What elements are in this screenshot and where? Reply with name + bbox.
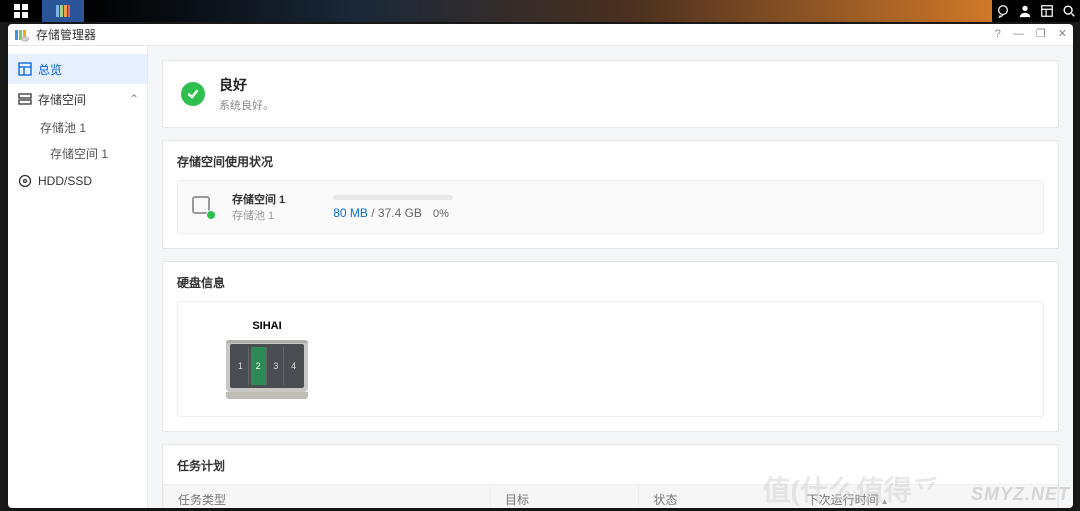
drive-bay-4[interactable]: 4 <box>286 347 301 385</box>
system-taskbar <box>0 0 1080 22</box>
usage-percent: 0% <box>433 208 449 220</box>
usage-bar <box>333 195 453 200</box>
sidebar-item-label: 存储空间 <box>38 91 86 108</box>
nas-device-graphic[interactable]: 1234 <box>226 340 308 392</box>
storage-manager-window: 存储管理器 ? — ❐ ✕ 总览 存储空间 ⌃ 存储池 1 存储空间 1 HDD… <box>8 24 1073 508</box>
sidebar-item-volume1[interactable]: 存储空间 1 <box>8 140 147 166</box>
sidebar-item-overview[interactable]: 总览 <box>8 54 147 84</box>
sort-asc-icon: ▲ <box>881 497 889 506</box>
tasks-card: 任务计划 任务类型 目标 状态 下次运行时间▲ S.M.A.R.T. 快速测试 … <box>162 444 1059 508</box>
taskbar-background <box>84 0 992 22</box>
chevron-up-icon: ⌃ <box>129 92 139 106</box>
used-size: 80 MB <box>333 206 368 220</box>
pool-name: 存储池 1 <box>232 207 285 223</box>
sidebar-item-volumes[interactable]: 存储空间 ⌃ <box>8 84 147 114</box>
drive-bay-3[interactable]: 3 <box>269 347 285 385</box>
col-target[interactable]: 目标 <box>491 485 639 509</box>
help-button[interactable]: ? <box>995 29 1001 40</box>
status-ok-icon <box>181 82 205 106</box>
sidebar-item-hddssd[interactable]: HDD/SSD <box>8 166 147 196</box>
tray-user-icon[interactable] <box>1014 0 1036 22</box>
taskbar-storage-button[interactable] <box>42 0 84 22</box>
minimize-button[interactable]: — <box>1013 29 1024 40</box>
grid-icon <box>13 3 29 19</box>
device-card: 硬盘信息 SIHAI 1234 <box>162 261 1059 432</box>
tray-chat-icon[interactable] <box>992 0 1014 22</box>
status-title: 良好 <box>219 75 274 95</box>
window-title: 存储管理器 <box>36 26 995 43</box>
col-type[interactable]: 任务类型 <box>164 485 491 509</box>
status-subtitle: 系统良好。 <box>219 97 274 113</box>
close-button[interactable]: ✕ <box>1058 29 1067 40</box>
tray-widgets-icon[interactable] <box>1036 0 1058 22</box>
col-state[interactable]: 状态 <box>639 485 792 509</box>
drive-bay-2[interactable]: 2 <box>251 347 267 385</box>
sidebar: 总览 存储空间 ⌃ 存储池 1 存储空间 1 HDD/SSD <box>8 46 148 508</box>
sidebar-item-label: 总览 <box>38 61 62 78</box>
tray-search-icon[interactable] <box>1058 0 1080 22</box>
disk-icon <box>18 174 32 188</box>
maximize-button[interactable]: ❐ <box>1036 29 1046 40</box>
window-titlebar[interactable]: 存储管理器 ? — ❐ ✕ <box>8 24 1073 46</box>
total-size: 37.4 GB <box>378 206 422 220</box>
storage-columns-icon <box>55 3 71 19</box>
taskbar-apps-button[interactable] <box>0 0 42 22</box>
volume-name: 存储空间 1 <box>232 191 285 207</box>
status-card: 良好 系统良好。 <box>162 60 1059 128</box>
volumes-icon <box>18 92 32 106</box>
drive-bay-1[interactable]: 1 <box>233 347 249 385</box>
sidebar-item-pool1[interactable]: 存储池 1 <box>8 114 147 140</box>
tasks-header: 任务计划 <box>163 445 1058 484</box>
volume-icon <box>192 196 214 218</box>
usage-card: 存储空间使用状况 存储空间 1 存储池 1 80 MB / 37.4 GB 0% <box>162 140 1059 249</box>
volume-usage-row[interactable]: 存储空间 1 存储池 1 80 MB / 37.4 GB 0% <box>177 180 1044 234</box>
app-icon <box>14 27 30 43</box>
sidebar-item-label: HDD/SSD <box>38 174 92 188</box>
col-next[interactable]: 下次运行时间▲ <box>792 485 1057 509</box>
overview-icon <box>18 62 32 76</box>
device-header: 硬盘信息 <box>163 262 1058 301</box>
main-content: 良好 系统良好。 存储空间使用状况 存储空间 1 存储池 1 <box>148 46 1073 508</box>
device-name: SIHAI <box>202 320 332 332</box>
tasks-table: 任务类型 目标 状态 下次运行时间▲ S.M.A.R.T. 快速测试 硬盘 2 … <box>163 484 1058 508</box>
usage-header: 存储空间使用状况 <box>163 141 1058 180</box>
